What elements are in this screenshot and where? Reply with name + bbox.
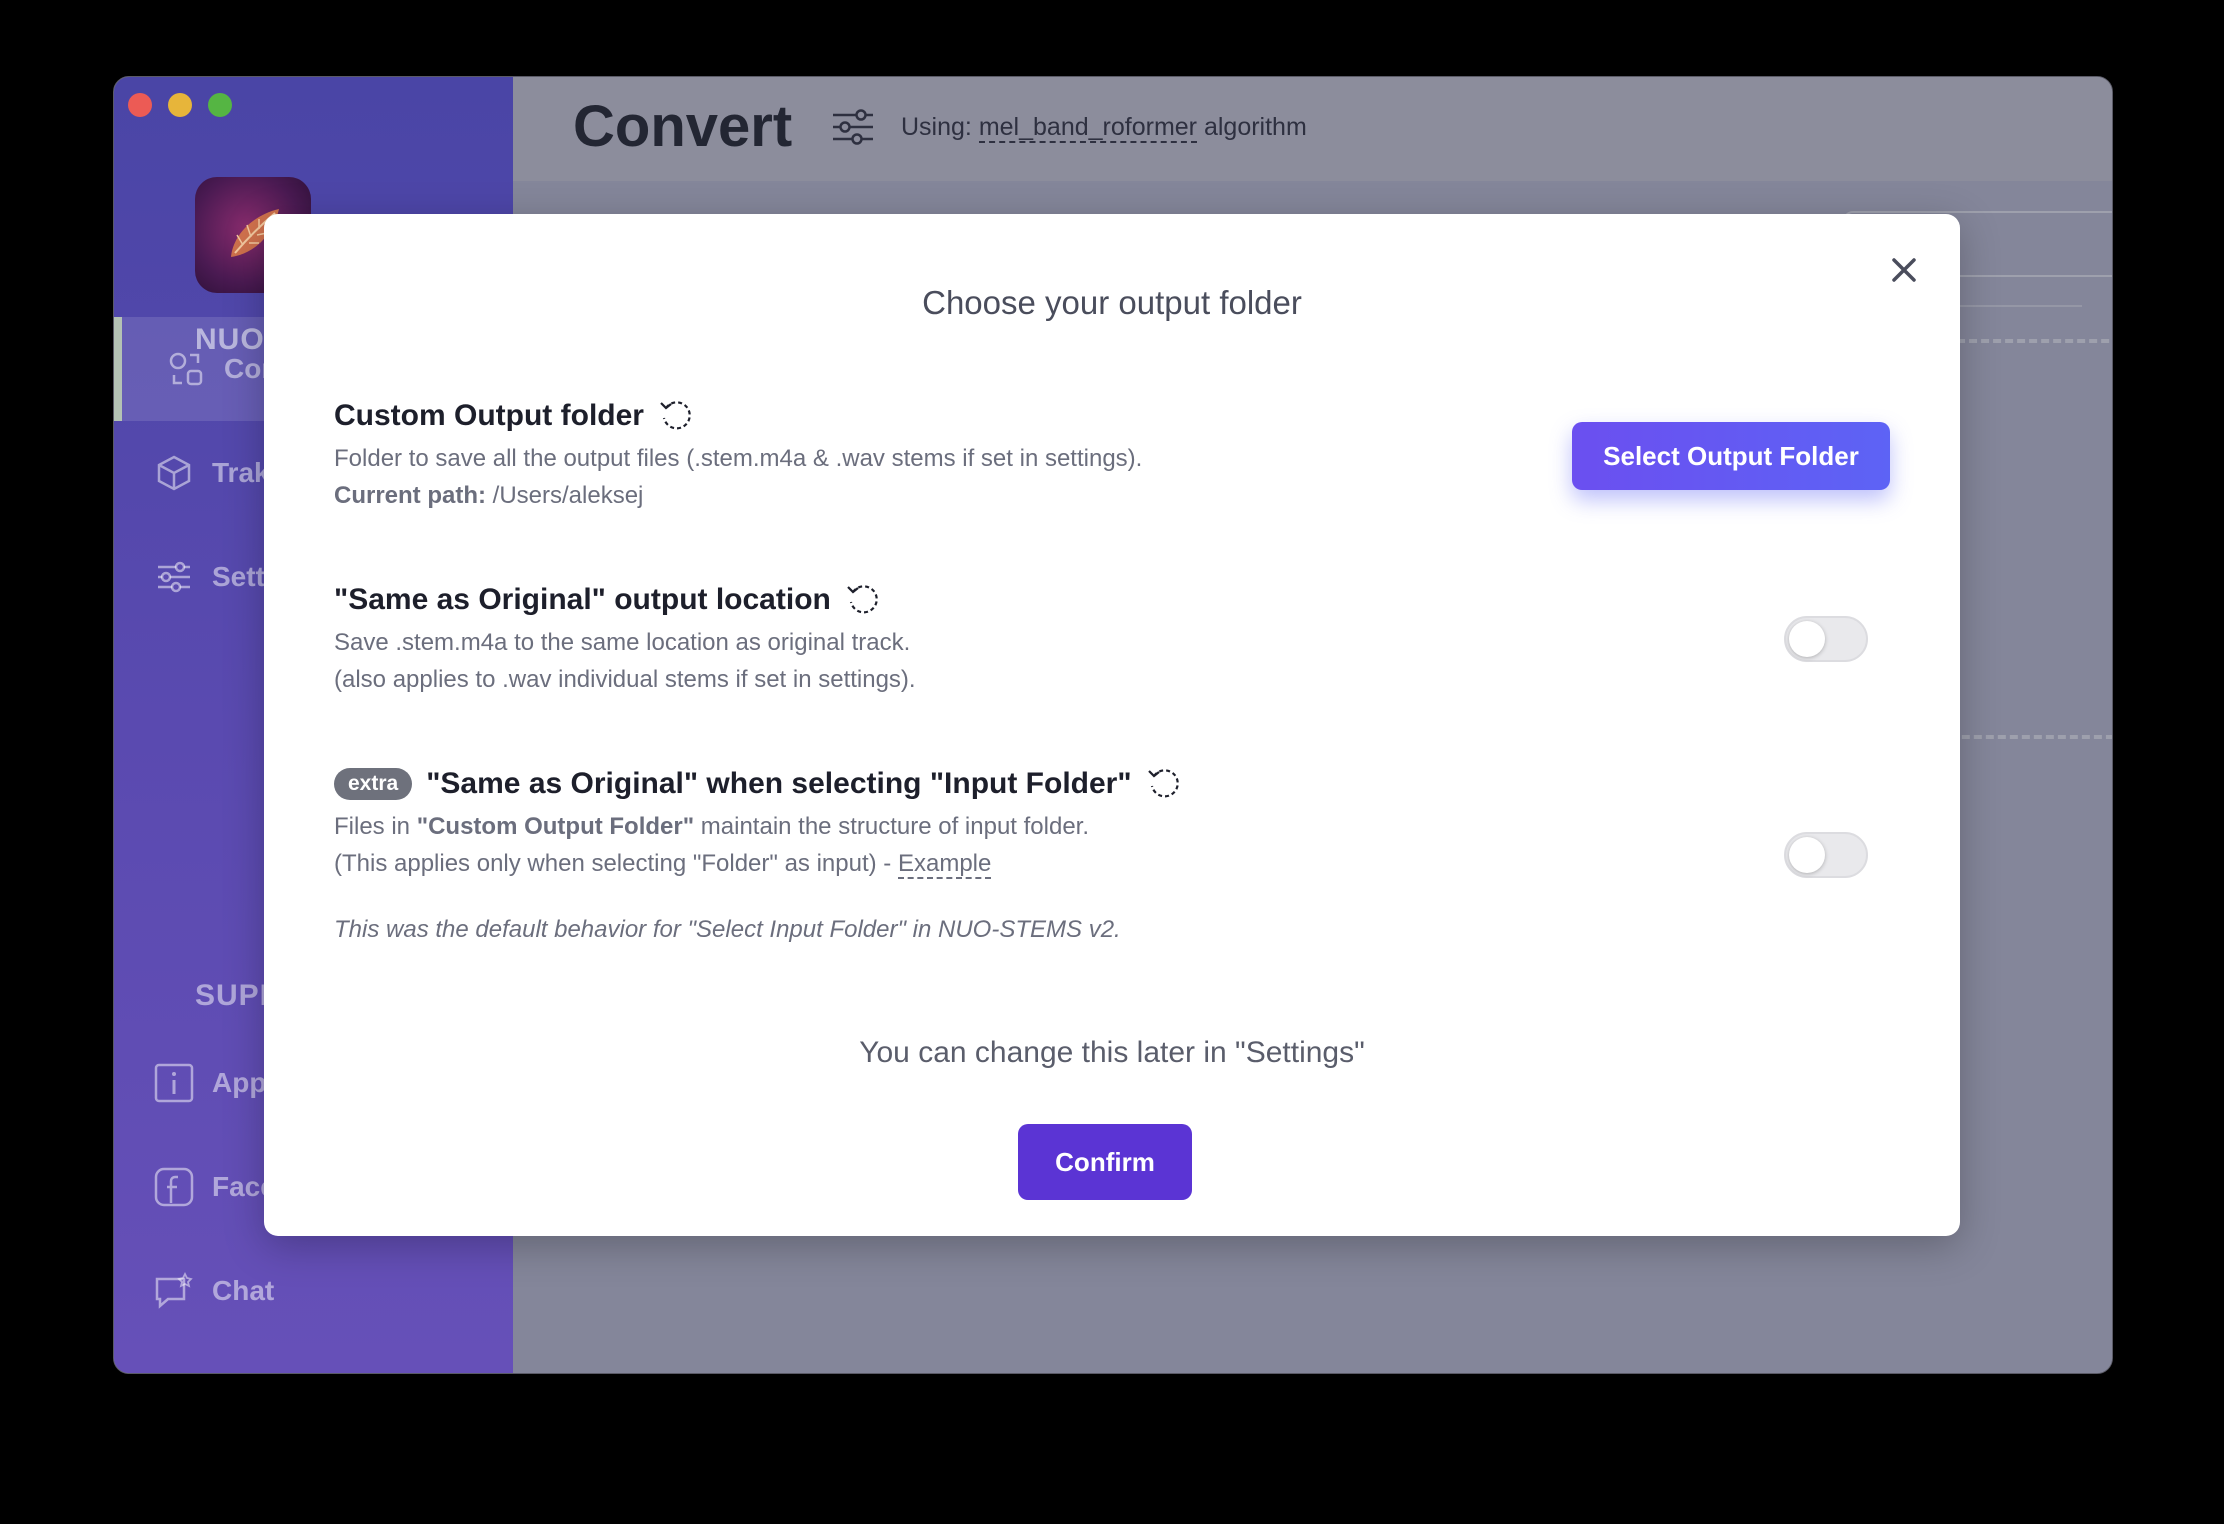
algorithm-suffix: algorithm xyxy=(1203,112,1307,141)
same-as-original-toggle[interactable] xyxy=(1784,616,1868,662)
toggle-knob xyxy=(1789,837,1825,873)
reset-icon[interactable] xyxy=(845,582,881,618)
toggle-knob xyxy=(1789,621,1825,657)
reset-icon[interactable] xyxy=(1146,766,1182,802)
main-header: Convert Using: mel_band_roformer algorit… xyxy=(513,77,2112,181)
window-controls xyxy=(128,93,232,117)
description-text: maintain the structure of input folder. xyxy=(700,813,1089,840)
info-icon xyxy=(154,1063,194,1103)
sliders-icon[interactable] xyxy=(831,107,875,147)
example-link[interactable]: Example xyxy=(897,850,992,879)
output-folder-modal: Choose your output folder Custom Output … xyxy=(264,214,1960,1236)
close-icon[interactable] xyxy=(1886,252,1922,288)
box-icon xyxy=(157,455,191,491)
select-output-folder-button[interactable]: Select Output Folder xyxy=(1572,422,1890,490)
facebook-icon xyxy=(154,1167,194,1207)
description-text: (This applies only when selecting "Folde… xyxy=(334,850,892,877)
reset-icon[interactable] xyxy=(658,398,694,434)
minimize-window-button[interactable] xyxy=(168,93,192,117)
custom-output-option: Custom Output folder Folder to save all … xyxy=(334,398,1142,514)
modal-title: Choose your output folder xyxy=(922,284,1302,321)
algorithm-label: Using: mel_band_roformer algorithm xyxy=(901,112,1307,143)
option-title: Custom Output folder xyxy=(334,399,644,432)
input-folder-structure-toggle[interactable] xyxy=(1784,832,1868,878)
page-title: Convert xyxy=(573,94,793,159)
sliders-icon xyxy=(158,561,190,593)
sidebar-item-label: Trak xyxy=(212,457,270,488)
current-path-label: Current path: xyxy=(334,482,486,509)
sidebar-item-label: App xyxy=(212,1067,267,1098)
description-bold: "Custom Output Folder" xyxy=(416,813,695,840)
confirm-button[interactable]: Confirm xyxy=(1018,1124,1192,1200)
algorithm-name[interactable]: mel_band_roformer xyxy=(978,112,1197,143)
option-description: (also applies to .wav individual stems i… xyxy=(334,666,916,693)
sidebar-item-label: Chat xyxy=(212,1275,275,1306)
input-folder-structure-option: extra "Same as Original" when selecting … xyxy=(334,766,1182,882)
option-title: "Same as Original" when selecting "Input… xyxy=(426,767,1132,800)
sidebar-item-chat[interactable]: Chat xyxy=(114,1239,513,1343)
option-description: Save .stem.m4a to the same location as o… xyxy=(334,629,911,656)
algorithm-info[interactable]: Using: mel_band_roformer algorithm xyxy=(831,107,1307,147)
chat-icon xyxy=(155,1271,193,1309)
same-as-original-option: "Same as Original" output location Save … xyxy=(334,582,916,698)
current-path: Current path: /Users/aleksej xyxy=(334,477,1142,514)
current-path-value: /Users/aleksej xyxy=(492,482,644,509)
description-text: Files in xyxy=(334,813,411,840)
option-description: (This applies only when selecting "Folde… xyxy=(334,845,1182,882)
algorithm-prefix: Using: xyxy=(901,112,972,141)
settings-hint: You can change this later in "Settings" xyxy=(859,1036,1365,1069)
close-window-button[interactable] xyxy=(128,93,152,117)
extra-badge: extra xyxy=(334,768,413,800)
convert-icon xyxy=(169,352,203,386)
option-description: Folder to save all the output files (.st… xyxy=(334,445,1143,472)
maximize-window-button[interactable] xyxy=(208,93,232,117)
option-description: Files in "Custom Output Folder" maintain… xyxy=(334,808,1182,845)
option-title: "Same as Original" output location xyxy=(334,583,831,616)
legacy-note: This was the default behavior for "Selec… xyxy=(334,916,1121,943)
